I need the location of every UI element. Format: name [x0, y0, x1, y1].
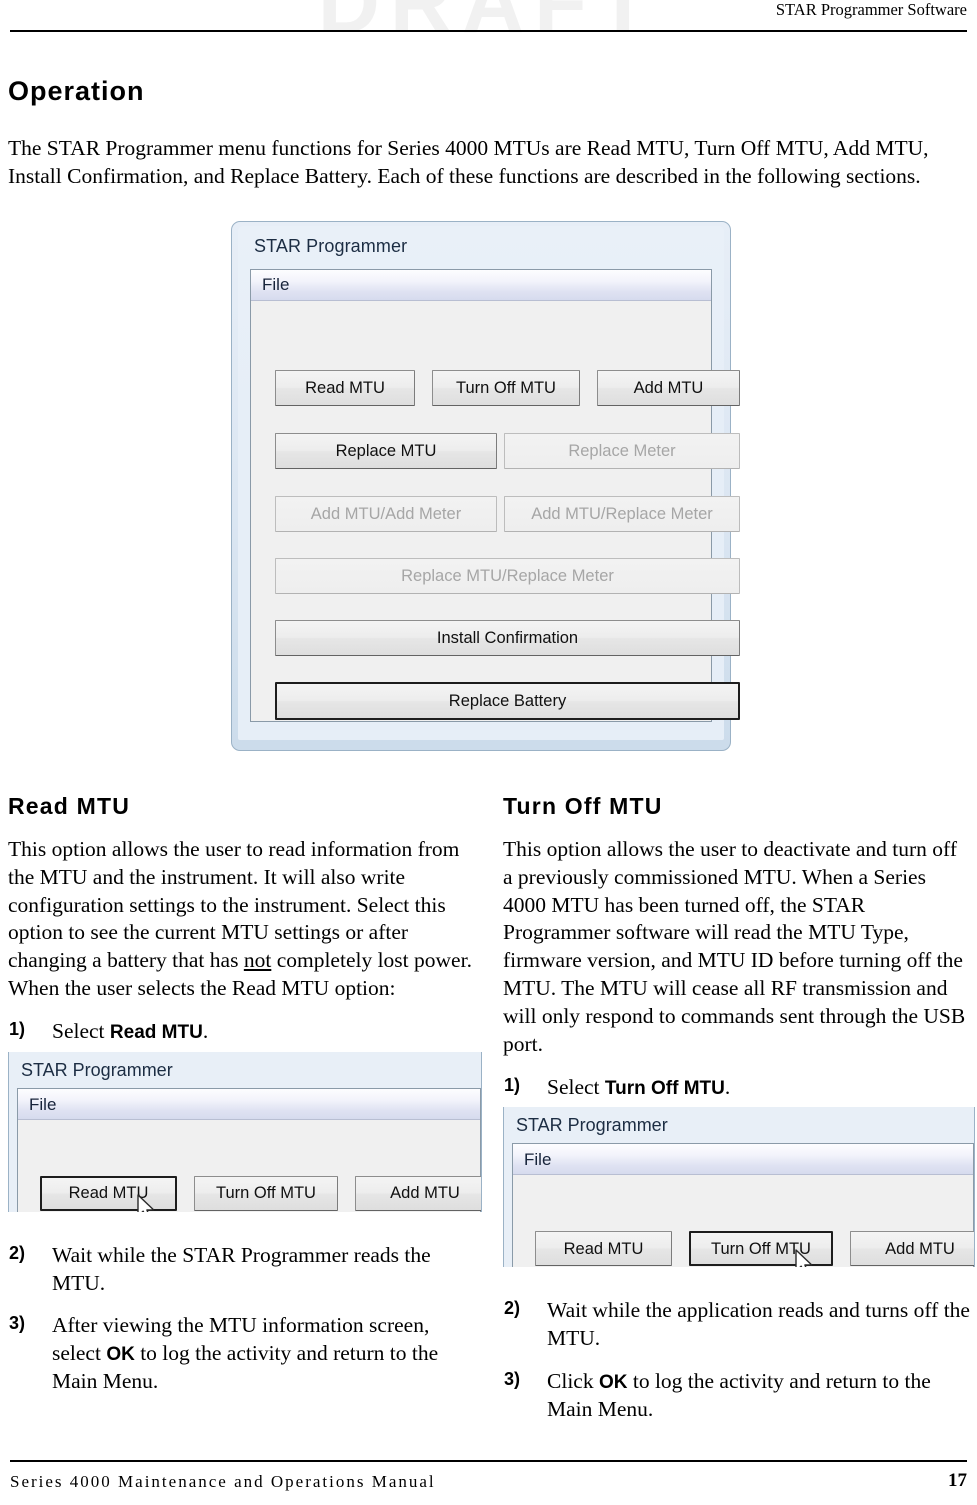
- button-add-mtu[interactable]: Add MTU: [355, 1175, 481, 1211]
- step-text-pre: Click: [547, 1369, 599, 1394]
- button-turn-off-mtu[interactable]: Turn Off MTU: [432, 370, 580, 406]
- step-ui-reference: Turn Off MTU: [604, 1077, 725, 1099]
- document-page: DRAFT STAR Programmer Software Operation…: [0, 0, 977, 1505]
- menu-item-file[interactable]: File: [524, 1149, 551, 1171]
- list-item: 1) Select Read MTU. STAR Programmer File …: [8, 1018, 482, 1212]
- inset-menu-bar: File: [513, 1144, 973, 1176]
- footer-manual-title: Series 4000 Maintenance and Operations M…: [10, 1472, 436, 1491]
- inset-client-area: File Read MTU Turn Off MTU Add MTU: [512, 1143, 974, 1268]
- button-read-mtu[interactable]: Read MTU: [40, 1175, 177, 1211]
- running-header: STAR Programmer Software: [775, 0, 967, 19]
- steps-read-mtu: 1) Select Read MTU. STAR Programmer File …: [8, 1018, 482, 1396]
- main-dialog-screenshot: STAR Programmer File Read MTU Turn Off M…: [231, 221, 740, 751]
- menu-bar: File: [251, 270, 711, 301]
- step-number: 2): [9, 1242, 26, 1263]
- button-replace-battery[interactable]: Replace Battery: [275, 682, 740, 720]
- button-turn-off-mtu[interactable]: Turn Off MTU: [194, 1175, 338, 1211]
- steps-turn-off-mtu: 1) Select Turn Off MTU. STAR Programmer F…: [503, 1074, 975, 1424]
- button-install-confirmation[interactable]: Install Confirmation: [275, 620, 740, 656]
- intro-paragraph: The STAR Programmer menu functions for S…: [8, 136, 929, 188]
- window-body: STAR Programmer File Read MTU Turn Off M…: [238, 226, 740, 740]
- window-title: STAR Programmer: [254, 236, 408, 256]
- button-read-mtu[interactable]: Read MTU: [535, 1231, 672, 1267]
- button-replace-mtu[interactable]: Replace MTU: [275, 433, 497, 469]
- inset-window-title: STAR Programmer: [21, 1059, 173, 1080]
- section-read-mtu: Read MTU This option allows the user to …: [8, 793, 482, 1396]
- inset-screenshot-turn-off-mtu: STAR Programmer File Read MTU Turn Off M…: [503, 1107, 975, 1268]
- step-text-pre: Select: [52, 1018, 110, 1043]
- step-number: 3): [504, 1369, 521, 1390]
- step-text-pre: Wait while the STAR Programmer reads the…: [52, 1242, 431, 1295]
- step-number: 1): [504, 1074, 521, 1095]
- footer-rule: [10, 1460, 967, 1462]
- button-turn-off-mtu[interactable]: Turn Off MTU: [689, 1231, 833, 1267]
- step-ui-reference: OK: [106, 1344, 135, 1366]
- button-read-mtu[interactable]: Read MTU: [275, 370, 415, 406]
- window-glass-frame: STAR Programmer File Read MTU Turn Off M…: [231, 221, 740, 751]
- inset-window-title: STAR Programmer: [516, 1115, 668, 1136]
- step-text-pre: Wait while the application reads and tur…: [547, 1298, 970, 1351]
- list-item: 2) Wait while the STAR Programmer reads t…: [8, 1242, 478, 1298]
- header-rule: [10, 30, 967, 32]
- section-heading-read-mtu: Read MTU: [8, 793, 131, 819]
- section-body-underlined: not: [243, 948, 272, 973]
- step-text-post: .: [724, 1074, 731, 1099]
- section-body-read-mtu: This option allows the user to read info…: [8, 836, 478, 1003]
- step-text-post: .: [202, 1018, 209, 1043]
- list-item: 3) Click OK to log the activity and retur…: [503, 1368, 971, 1424]
- step-number: 2): [504, 1298, 521, 1319]
- step-number: 1): [9, 1018, 26, 1039]
- page-title: Operation: [8, 76, 145, 106]
- window-client-area: File Read MTU Turn Off MTU Add MTU Repla…: [250, 269, 740, 722]
- inset-client-area: File Read MTU Turn Off MTU Add MTU: [17, 1087, 481, 1212]
- inset-menu-bar: File: [18, 1088, 480, 1120]
- button-add-mtu-add-meter: Add MTU/Add Meter: [275, 496, 497, 532]
- inset-screenshot-read-mtu: STAR Programmer File Read MTU Turn Off M…: [8, 1051, 482, 1212]
- step-ui-reference: OK: [598, 1372, 628, 1394]
- button-replace-mtu-replace-meter: Replace MTU/Replace Meter: [275, 558, 740, 594]
- list-item: 2) Wait while the application reads and t…: [503, 1297, 971, 1353]
- section-heading-turn-off-mtu: Turn Off MTU: [503, 793, 663, 819]
- button-add-mtu[interactable]: Add MTU: [850, 1231, 974, 1267]
- button-add-mtu[interactable]: Add MTU: [597, 370, 740, 406]
- menu-item-file[interactable]: File: [262, 275, 289, 295]
- button-add-mtu-replace-meter: Add MTU/Replace Meter: [504, 496, 740, 532]
- button-replace-meter: Replace Meter: [504, 433, 740, 469]
- section-turn-off-mtu: Turn Off MTU This option allows the user…: [503, 793, 975, 1424]
- footer-page-number: 17: [948, 1470, 967, 1491]
- step-number: 3): [9, 1313, 26, 1334]
- section-body-turn-off-mtu: This option allows the user to deactivat…: [503, 837, 966, 1056]
- step-text-pre: Select: [547, 1074, 605, 1099]
- list-item: 3) After viewing the MTU information scre…: [8, 1312, 478, 1395]
- step-ui-reference: Read MTU: [109, 1021, 203, 1043]
- list-item: 1) Select Turn Off MTU. STAR Programmer F…: [503, 1074, 975, 1268]
- menu-item-file[interactable]: File: [29, 1094, 56, 1116]
